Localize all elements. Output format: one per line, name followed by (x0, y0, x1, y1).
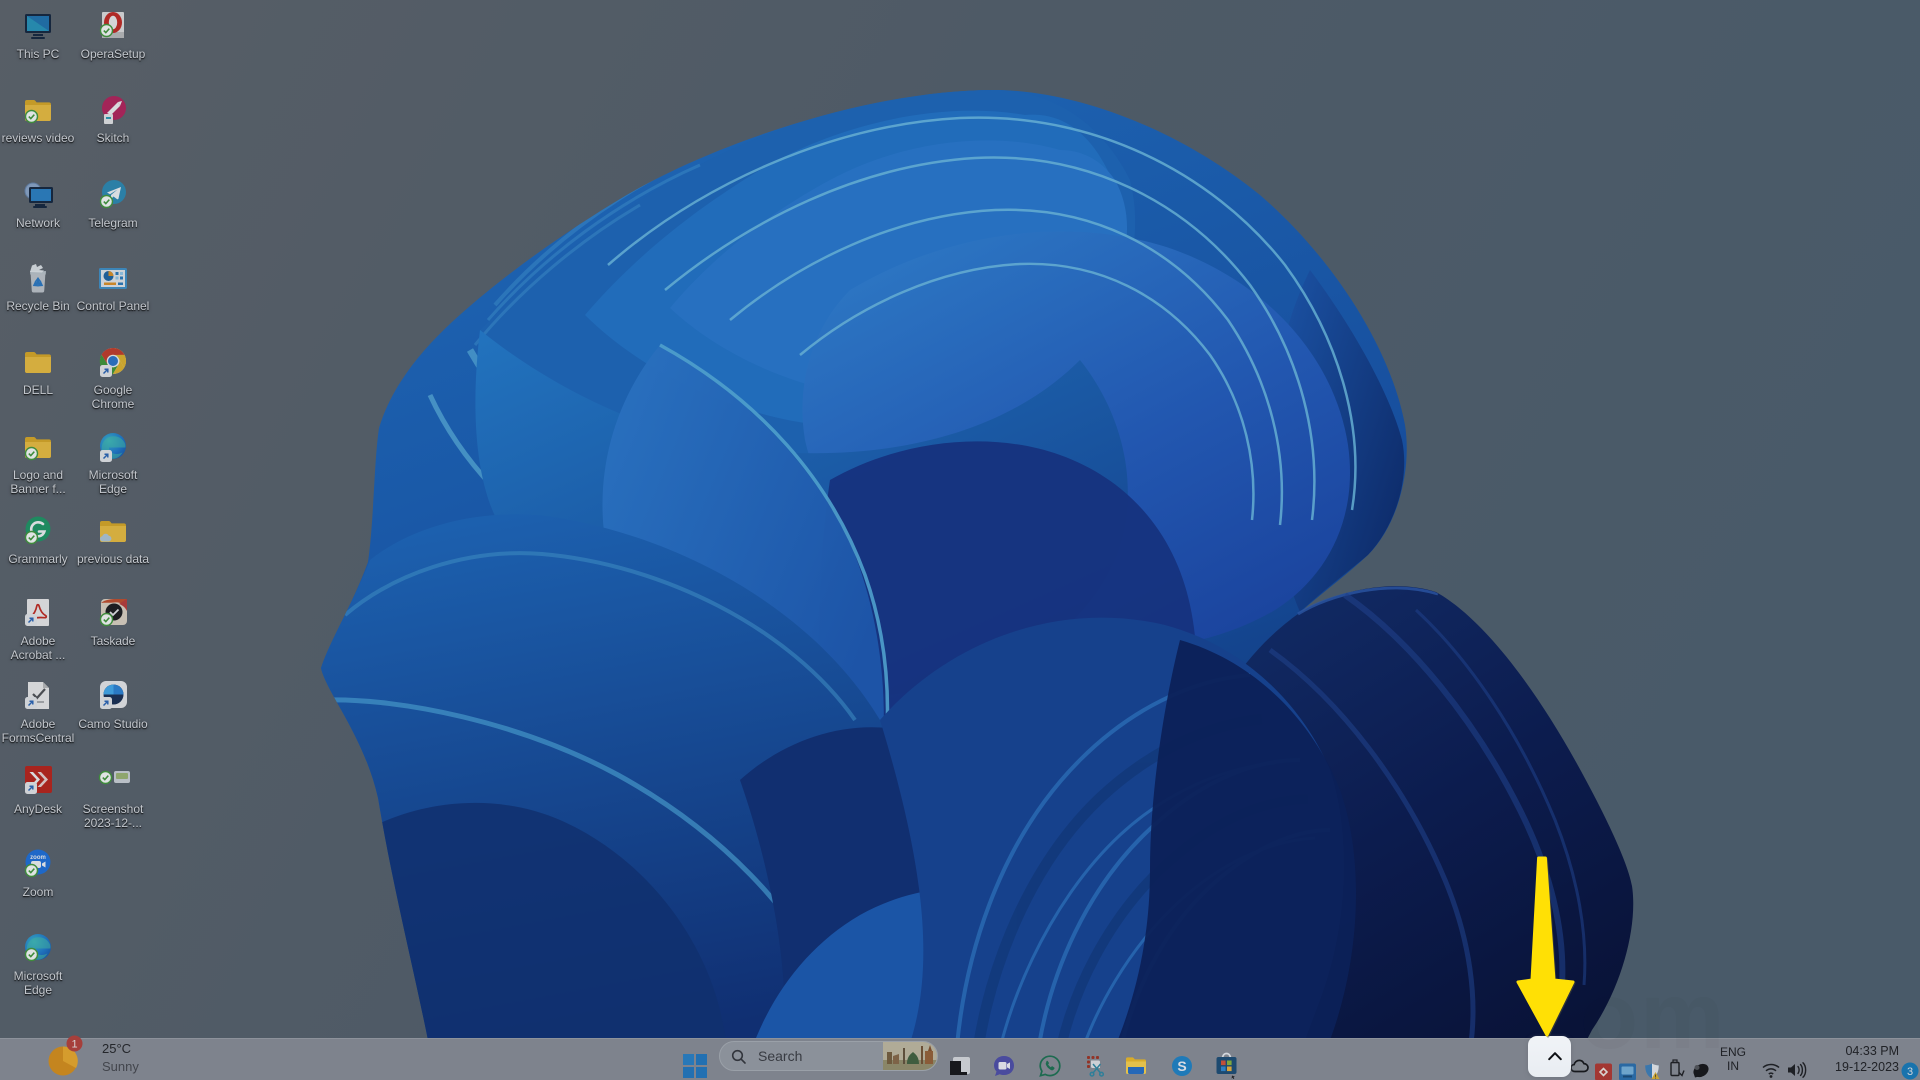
svg-text:1: 1 (71, 1039, 77, 1051)
svg-text:S: S (1177, 1058, 1186, 1074)
svg-text:3: 3 (1907, 1066, 1913, 1078)
svg-text:!: ! (1655, 1074, 1657, 1080)
svg-text:zoom: zoom (30, 855, 46, 861)
